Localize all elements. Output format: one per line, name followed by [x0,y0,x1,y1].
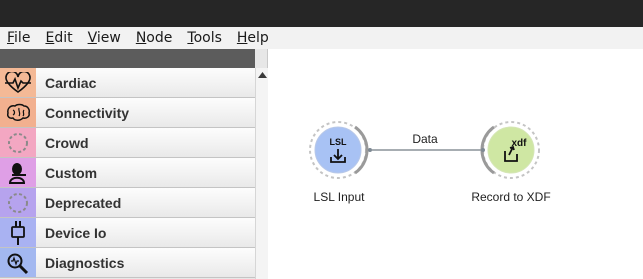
category-label: Custom [45,165,98,181]
menu-edit[interactable]: Edit [45,28,72,48]
ring-icon [0,128,36,157]
user-icon [0,158,36,187]
category-label: Crowd [45,135,89,151]
lsl-glyph: LSL [330,137,348,147]
node-record-to-xdf[interactable]: xdf [480,121,540,179]
menu-node-mnemonic: N [135,30,147,46]
menu-help-mnemonic: H [236,30,248,46]
node-lsl-input[interactable]: LSL [309,121,372,179]
category-label: Cardiac [45,75,97,91]
category-list: Cardiac Connectivity Crowd Custom Deprec… [0,68,255,279]
menu-file[interactable]: File [7,28,30,48]
category-diagnostics[interactable]: Diagnostics [0,248,255,278]
dock-title-bar[interactable] [0,49,255,68]
menu-help-label: elp [247,30,269,46]
category-label: Device Io [45,225,107,241]
category-device-io[interactable]: Device Io [0,218,255,248]
menu-help[interactable]: Help [237,28,269,48]
menu-bar: File Edit View Node Tools Help [0,27,643,49]
category-deprecated[interactable]: Deprecated [0,188,255,218]
node-category-dock: Cardiac Connectivity Crowd Custom Deprec… [0,49,268,279]
ring-icon [0,188,36,217]
node-label-lsl-input: LSL Input [313,190,365,204]
node-label-record-to-xdf: Record to XDF [471,190,551,204]
category-custom[interactable]: Custom [0,158,255,188]
menu-file-mnemonic: F [7,30,15,46]
menu-view-label: iew [96,30,121,46]
plug-icon [0,218,36,247]
scroll-up-arrow-icon[interactable] [257,69,268,80]
menu-tools-label: ools [193,30,222,46]
category-label: Connectivity [45,105,130,121]
menu-tools[interactable]: Tools [187,28,222,48]
output-port[interactable] [368,148,372,152]
magnifier-icon [0,248,36,277]
link-label: Data [412,132,438,146]
menu-node-label: ode [146,30,173,46]
category-crowd[interactable]: Crowd [0,128,255,158]
pipeline-canvas[interactable]: LSL xdf Data LSL Input Record to XDF [269,49,643,279]
window-titlebar [0,0,643,27]
category-label: Diagnostics [45,255,125,271]
brain-icon [0,98,36,127]
menu-edit-mnemonic: E [45,30,55,46]
category-cardiac[interactable]: Cardiac [0,68,255,98]
menu-file-label: ile [14,30,31,46]
pipeline-graph: LSL xdf [309,121,540,179]
menu-node[interactable]: Node [136,28,173,48]
menu-edit-label: dit [54,30,73,46]
menu-view-mnemonic: V [87,30,97,46]
category-scrollbar[interactable] [255,68,268,279]
input-port[interactable] [481,148,485,152]
menu-view[interactable]: View [88,28,121,48]
category-connectivity[interactable]: Connectivity [0,98,255,128]
category-label: Deprecated [45,195,122,211]
heartbeat-icon [0,68,36,97]
